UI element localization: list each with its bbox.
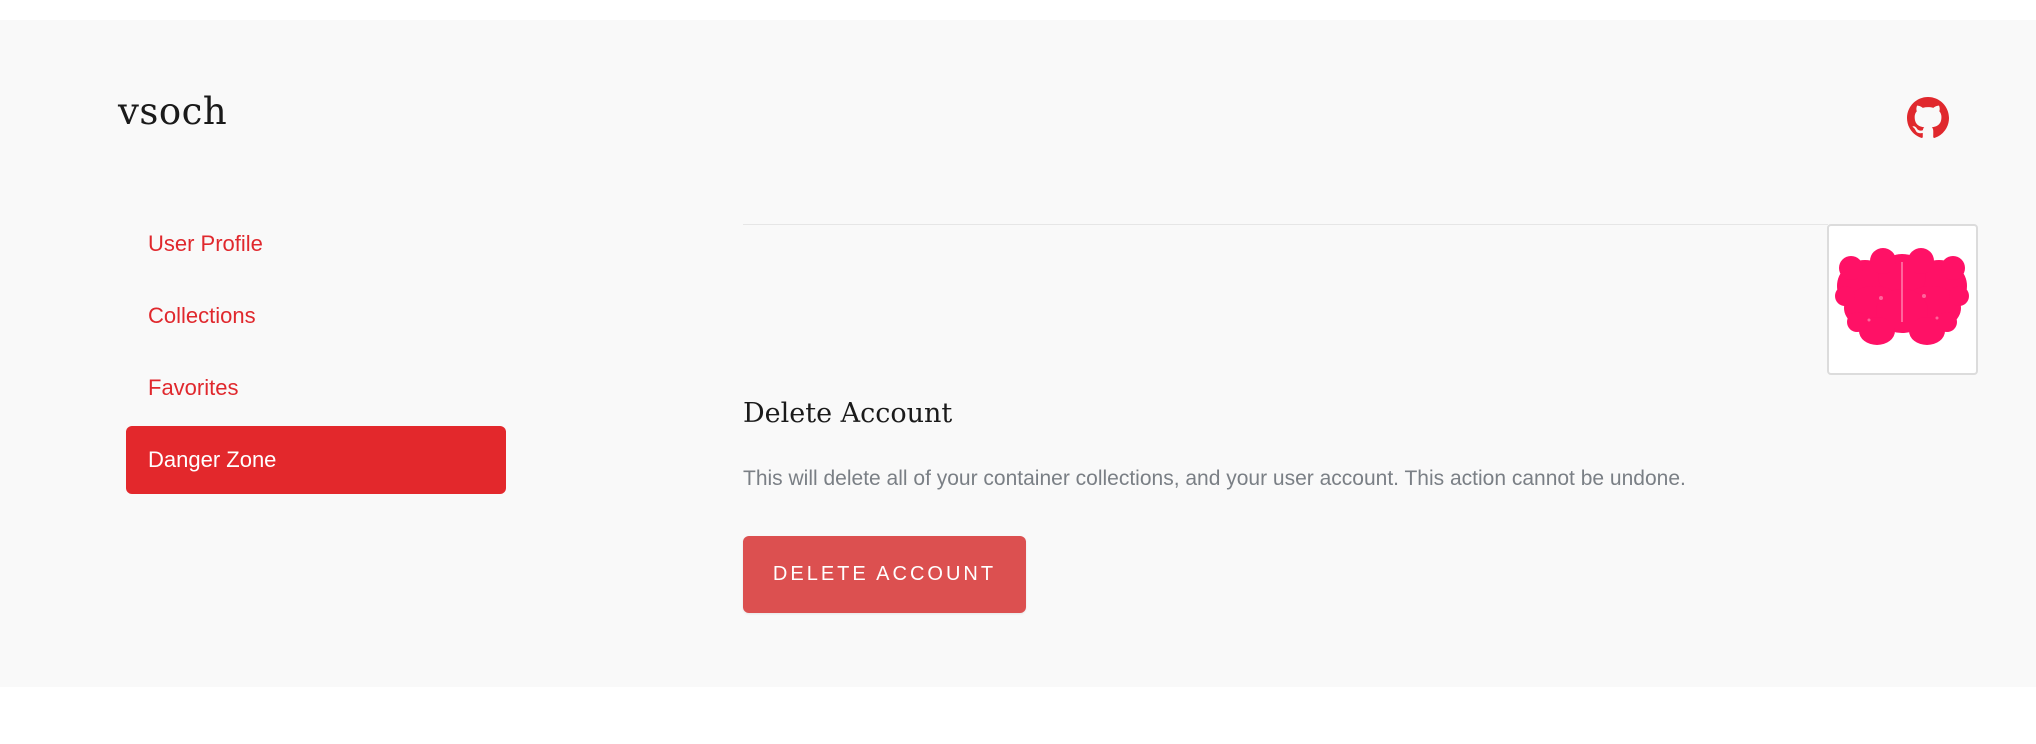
site-title[interactable]: vsoch — [118, 90, 227, 133]
sidebar-nav: User Profile Collections Favorites Dange… — [126, 210, 506, 498]
sidebar-item-danger-zone[interactable]: Danger Zone — [126, 426, 506, 494]
section-description: This will delete all of your container c… — [743, 467, 1686, 490]
sidebar-item-collections[interactable]: Collections — [126, 282, 506, 350]
page-container: vsoch User Profile Collections Favorites… — [0, 20, 2036, 687]
sidebar-item-favorites[interactable]: Favorites — [126, 354, 506, 422]
section-title: Delete Account — [743, 398, 953, 429]
github-icon[interactable] — [1907, 97, 1949, 139]
delete-account-button[interactable]: DELETE ACCOUNT — [743, 536, 1026, 613]
sidebar-item-user-profile[interactable]: User Profile — [126, 210, 506, 278]
brain-avatar-icon — [1835, 248, 1969, 345]
avatar — [1827, 224, 1978, 375]
content-divider — [743, 224, 1828, 225]
